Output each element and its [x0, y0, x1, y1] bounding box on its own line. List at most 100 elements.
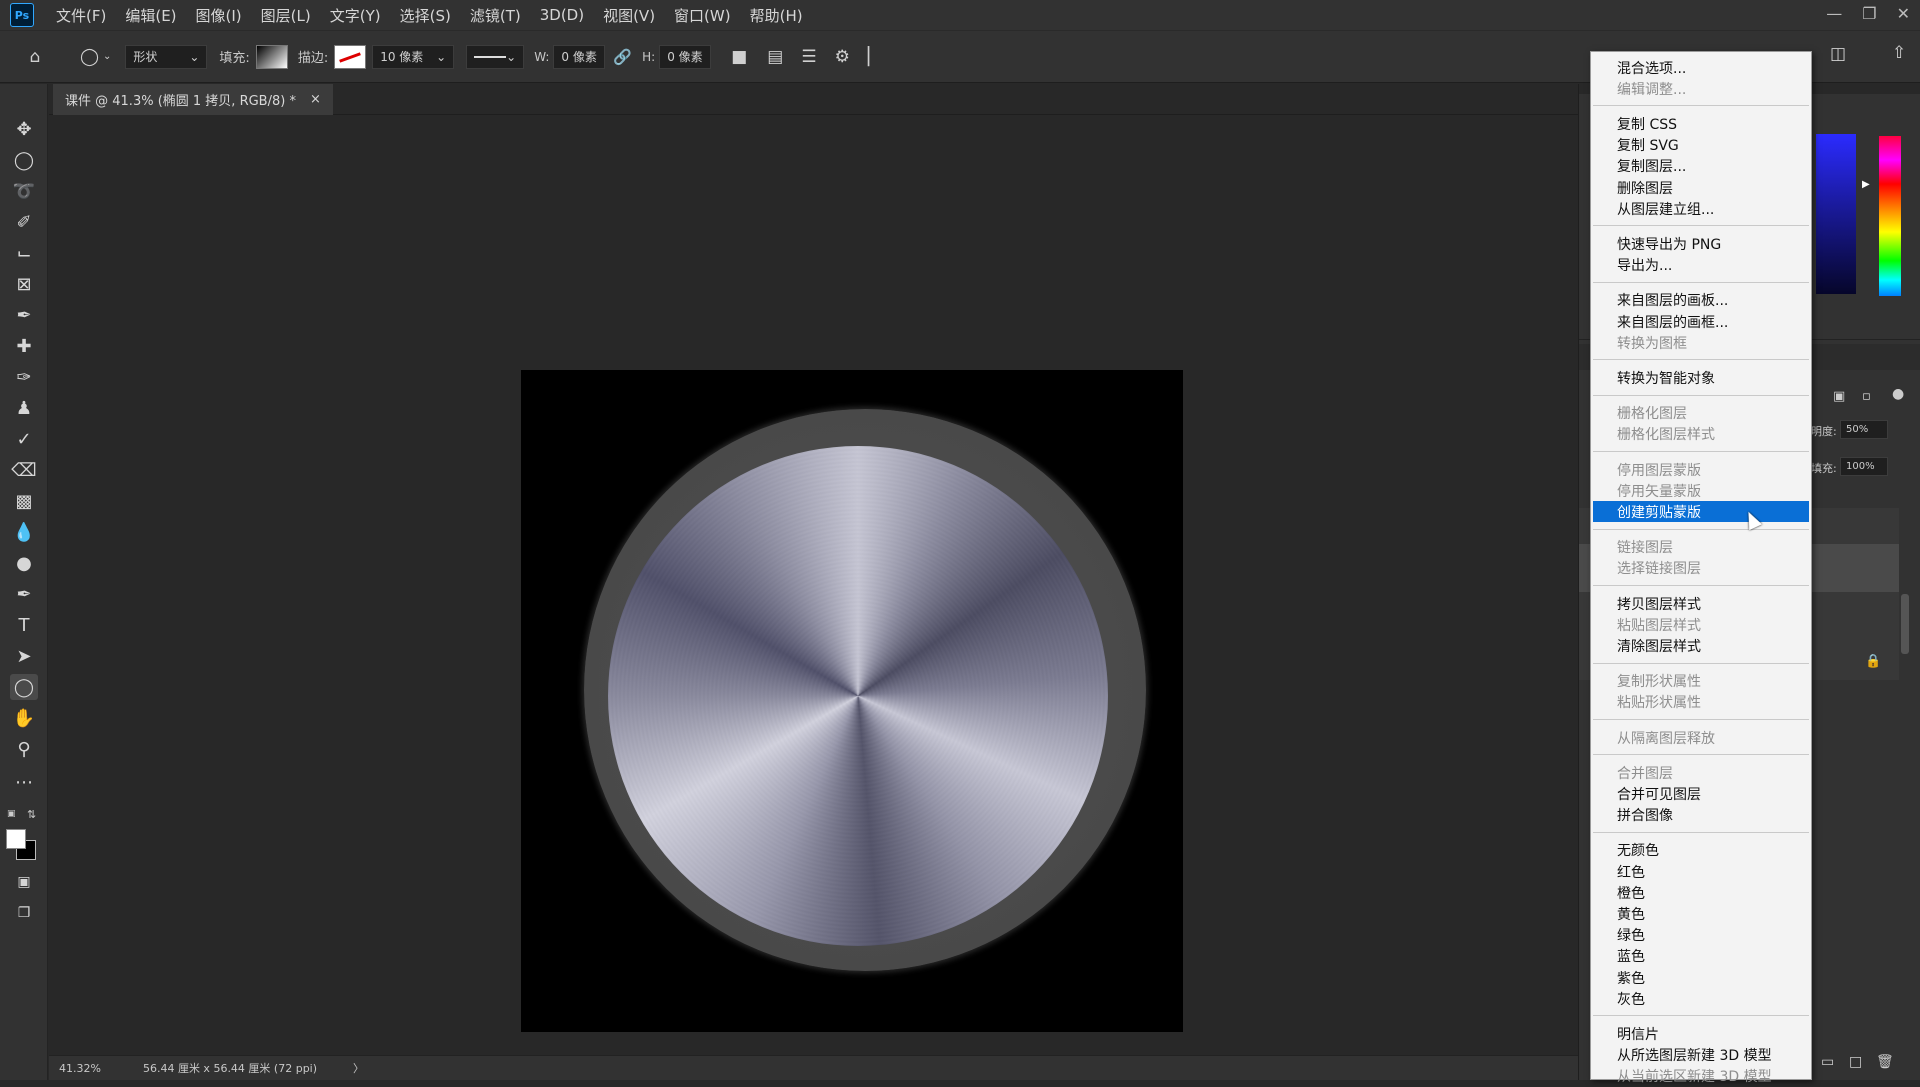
trash-icon[interactable]: 🗑: [1876, 1054, 1894, 1070]
menu-file[interactable]: 文件(F): [56, 5, 106, 26]
context-menu-item[interactable]: 复制图层...: [1593, 156, 1809, 177]
path-operations-icon[interactable]: ■: [731, 47, 747, 67]
blur-tool-icon[interactable]: 💧: [10, 519, 38, 545]
menu-image[interactable]: 图像(I): [196, 5, 242, 26]
home-icon[interactable]: ⌂: [24, 47, 46, 67]
healing-brush-tool-icon[interactable]: ✚: [10, 333, 38, 359]
gradient-tool-icon[interactable]: ▩: [10, 488, 38, 514]
context-menu-item[interactable]: 红色: [1593, 861, 1809, 882]
document-canvas[interactable]: [521, 370, 1183, 1032]
menu-view[interactable]: 视图(V): [603, 5, 655, 26]
transform-lock-icon[interactable]: ▣: [1833, 389, 1845, 404]
menu-help[interactable]: 帮助(H): [750, 5, 803, 26]
dodge-tool-icon[interactable]: ●: [10, 550, 38, 576]
hand-tool-icon[interactable]: ✋: [10, 705, 38, 731]
context-menu-item[interactable]: 清除图层样式: [1593, 635, 1809, 656]
chevron-down-icon[interactable]: ⌄: [103, 51, 111, 62]
context-menu-item[interactable]: 从图层建立组...: [1593, 198, 1809, 219]
close-icon[interactable]: ✕: [1897, 4, 1910, 23]
context-menu-item[interactable]: 拷贝图层样式: [1593, 593, 1809, 614]
pen-tool-icon[interactable]: ✒: [10, 581, 38, 607]
context-menu-item[interactable]: 转换为智能对象: [1593, 367, 1809, 388]
context-menu-item[interactable]: 快速导出为 PNG: [1593, 233, 1809, 254]
context-menu-item[interactable]: 明信片: [1593, 1023, 1809, 1044]
foreground-color-swatch[interactable]: [6, 829, 26, 849]
marquee-tool-icon[interactable]: ◯: [10, 147, 38, 173]
zoom-tool-icon[interactable]: ⚲: [10, 736, 38, 762]
zoom-level[interactable]: 41.32%: [59, 1062, 101, 1075]
share-icon[interactable]: ⇧: [1892, 43, 1906, 63]
move-tool-icon[interactable]: ✥: [10, 116, 38, 142]
opacity-input[interactable]: 50%: [1840, 420, 1888, 439]
context-menu-item[interactable]: 混合选项...: [1593, 57, 1809, 78]
screen-mode-icon[interactable]: ❐: [10, 900, 38, 926]
context-menu-item[interactable]: 无颜色: [1593, 840, 1809, 861]
stroke-type-select[interactable]: ⌄: [466, 44, 525, 69]
eyedropper-tool-icon[interactable]: ✒: [10, 302, 38, 328]
status-menu-arrow[interactable]: 〉: [353, 1060, 364, 1076]
align-edges-icon[interactable]: ▏: [868, 47, 881, 67]
path-selection-tool-icon[interactable]: ➤: [10, 643, 38, 669]
lock-all-icon[interactable]: ●: [1892, 386, 1904, 402]
history-brush-tool-icon[interactable]: ✓: [10, 426, 38, 452]
type-tool-icon[interactable]: T: [10, 612, 38, 638]
minimize-icon[interactable]: —: [1826, 4, 1842, 23]
hue-slider[interactable]: [1879, 136, 1901, 296]
menu-window[interactable]: 窗口(W): [674, 5, 731, 26]
crop-tool-icon[interactable]: ⌙: [10, 240, 38, 266]
height-input[interactable]: 0 像素: [659, 44, 712, 69]
context-menu-item[interactable]: 拼合图像: [1593, 805, 1809, 826]
path-alignment-icon[interactable]: ▤: [767, 47, 783, 67]
more-tools-icon[interactable]: ⋯: [10, 769, 38, 795]
link-icon[interactable]: 🔗: [613, 48, 632, 66]
context-menu-item[interactable]: 来自图层的画板...: [1593, 290, 1809, 311]
position-lock-icon[interactable]: ▫: [1862, 389, 1871, 404]
context-menu-item[interactable]: 橙色: [1593, 882, 1809, 903]
context-menu-item[interactable]: 复制 SVG: [1593, 135, 1809, 156]
document-tab[interactable]: 课件 @ 41.3% (椭圆 1 拷贝, RGB/8) * ×: [53, 84, 333, 115]
gear-icon[interactable]: ⚙: [835, 47, 850, 67]
layers-scrollbar[interactable]: [1901, 594, 1909, 654]
color-picker-field[interactable]: [1816, 134, 1856, 294]
quick-mask-icon[interactable]: ▣: [10, 869, 38, 895]
context-menu-item[interactable]: 黄色: [1593, 903, 1809, 924]
context-menu-item[interactable]: 删除图层: [1593, 177, 1809, 198]
context-menu-item[interactable]: 灰色: [1593, 988, 1809, 1009]
lasso-tool-icon[interactable]: ➰: [10, 178, 38, 204]
menu-select[interactable]: 选择(S): [400, 5, 451, 26]
menu-type[interactable]: 文字(Y): [330, 5, 381, 26]
menu-3d[interactable]: 3D(D): [540, 6, 584, 24]
context-menu-item[interactable]: 蓝色: [1593, 946, 1809, 967]
new-layer-icon[interactable]: □: [1849, 1054, 1862, 1070]
menu-edit[interactable]: 编辑(E): [125, 5, 176, 26]
ellipse-tool-preset-icon[interactable]: ◯: [80, 47, 99, 67]
fill-swatch[interactable]: [255, 44, 288, 69]
close-tab-icon[interactable]: ×: [310, 92, 321, 107]
new-group-icon[interactable]: ▭: [1821, 1054, 1834, 1070]
workspace-icon[interactable]: ◫: [1830, 44, 1846, 64]
context-menu-item[interactable]: 从所选图层新建 3D 模型: [1593, 1045, 1809, 1066]
context-menu-item[interactable]: 导出为...: [1593, 255, 1809, 276]
context-menu-item[interactable]: 紫色: [1593, 967, 1809, 988]
menu-filter[interactable]: 滤镜(T): [470, 5, 521, 26]
width-input[interactable]: 0 像素: [553, 44, 606, 69]
context-menu-item[interactable]: 复制 CSS: [1593, 113, 1809, 134]
stroke-width-input[interactable]: 10 像素 ⌄: [372, 44, 455, 69]
default-colors-icon[interactable]: ▣: [7, 809, 21, 823]
shape-mode-select[interactable]: 形状 ⌄: [125, 44, 208, 69]
quick-selection-tool-icon[interactable]: ✐: [10, 209, 38, 235]
context-menu-item[interactable]: 绿色: [1593, 925, 1809, 946]
stroke-swatch[interactable]: [334, 44, 367, 69]
context-menu-item[interactable]: 来自图层的画框...: [1593, 311, 1809, 332]
clone-stamp-tool-icon[interactable]: ♟: [10, 395, 38, 421]
path-arrangement-icon[interactable]: ☰: [801, 47, 816, 67]
context-menu-item[interactable]: 创建剪贴蒙版: [1593, 501, 1809, 523]
context-menu-item[interactable]: 合并可见图层: [1593, 783, 1809, 804]
ellipse-tool-icon[interactable]: ◯: [10, 674, 38, 700]
brush-tool-icon[interactable]: ✑: [10, 364, 38, 390]
swap-colors-icon[interactable]: ⇅: [27, 808, 36, 821]
eraser-tool-icon[interactable]: ⌫: [10, 457, 38, 483]
restore-icon[interactable]: ❐: [1862, 4, 1876, 23]
menu-layer[interactable]: 图层(L): [261, 5, 311, 26]
fill-input[interactable]: 100%: [1840, 457, 1888, 476]
